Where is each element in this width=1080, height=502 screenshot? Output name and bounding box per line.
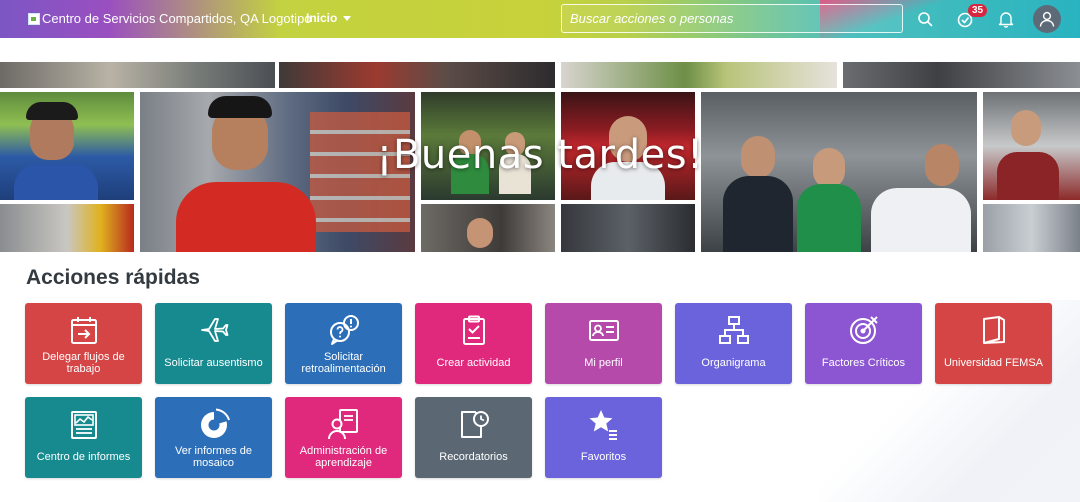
quick-actions-title: Acciones rápidas xyxy=(26,266,200,289)
logo-alt-text: Centro de Servicios Compartidos, QA Logo… xyxy=(42,11,312,26)
quick-action-label: Universidad FEMSA xyxy=(943,357,1044,369)
chat-question-icon xyxy=(329,315,359,345)
quick-action-label: Delegar flujos de trabajo xyxy=(42,351,125,375)
banner-photo xyxy=(983,204,1080,252)
pie-chart-icon xyxy=(200,408,230,438)
quick-action-label: Ver informes de mosaico xyxy=(174,445,253,469)
quick-action-label: Factores Críticos xyxy=(821,357,906,369)
id-card-icon xyxy=(588,320,619,341)
quick-action-label: Solicitar ausentismo xyxy=(164,357,263,369)
todo-count-badge: 35 xyxy=(968,4,987,17)
banner-photo xyxy=(421,204,555,252)
quick-action-label: Administración de aprendizaje xyxy=(299,445,388,469)
home-menu-button[interactable]: Inicio xyxy=(306,11,352,25)
book-icon xyxy=(982,316,1005,344)
quick-action-learning-admin[interactable]: Administración de aprendizaje xyxy=(285,397,402,478)
star-list-icon xyxy=(589,410,617,440)
quick-action-critical-factors[interactable]: Factores Críticos xyxy=(805,303,922,384)
quick-action-request-feedback[interactable]: Solicitar retroalimentación xyxy=(285,303,402,384)
quick-action-delegate-workflows[interactable]: Delegar flujos de trabajo xyxy=(25,303,142,384)
quick-action-label: Favoritos xyxy=(580,451,627,463)
quick-action-label: Organigrama xyxy=(701,357,766,369)
quick-action-request-absence[interactable]: Solicitar ausentismo xyxy=(155,303,272,384)
quick-action-label: Centro de informes xyxy=(36,451,131,463)
banner-photo xyxy=(279,62,555,88)
quick-action-femsa-university[interactable]: Universidad FEMSA xyxy=(935,303,1052,384)
airplane-icon xyxy=(200,318,228,342)
home-menu-label: Inicio xyxy=(306,11,338,25)
quick-action-favorites[interactable]: Favoritos xyxy=(545,397,662,478)
top-navigation-bar: Centro de Servicios Compartidos, QA Logo… xyxy=(0,0,1080,38)
quick-action-label: Mi perfil xyxy=(584,357,623,369)
quick-action-org-chart[interactable]: Organigrama xyxy=(675,303,792,384)
target-icon xyxy=(849,316,878,344)
calendar-arrow-icon xyxy=(70,317,97,344)
banner-photo xyxy=(561,204,695,252)
company-logo[interactable]: Centro de Servicios Compartidos, QA Logo… xyxy=(28,11,312,26)
quick-action-label: Solicitar retroalimentación xyxy=(301,351,386,375)
banner-photo xyxy=(0,204,134,252)
quick-action-tile-reports[interactable]: Ver informes de mosaico xyxy=(155,397,272,478)
welcome-banner: ¡Buenas tardes! xyxy=(0,62,1080,252)
banner-photo xyxy=(843,62,1080,88)
reminder-icon xyxy=(460,411,489,438)
quick-action-reminders[interactable]: Recordatorios xyxy=(415,397,532,478)
user-icon xyxy=(1039,11,1055,27)
chevron-down-icon xyxy=(343,15,352,21)
banner-photo xyxy=(561,62,837,88)
banner-photo xyxy=(0,62,275,88)
report-icon xyxy=(70,411,97,439)
notifications-bell-icon[interactable] xyxy=(995,8,1017,30)
org-chart-icon xyxy=(718,316,749,344)
quick-action-my-profile[interactable]: Mi perfil xyxy=(545,303,662,384)
quick-action-label: Crear actividad xyxy=(436,357,511,369)
quick-action-create-activity[interactable]: Crear actividad xyxy=(415,303,532,384)
search-icon[interactable] xyxy=(914,8,936,30)
search-input[interactable] xyxy=(561,4,903,33)
clipboard-check-icon xyxy=(462,315,485,345)
broken-image-icon xyxy=(28,12,40,25)
greeting-text: ¡Buenas tardes! xyxy=(376,132,704,178)
user-avatar[interactable] xyxy=(1033,5,1061,33)
quick-action-report-center[interactable]: Centro de informes xyxy=(25,397,142,478)
quick-action-label: Recordatorios xyxy=(439,451,508,463)
learning-icon xyxy=(327,409,358,440)
